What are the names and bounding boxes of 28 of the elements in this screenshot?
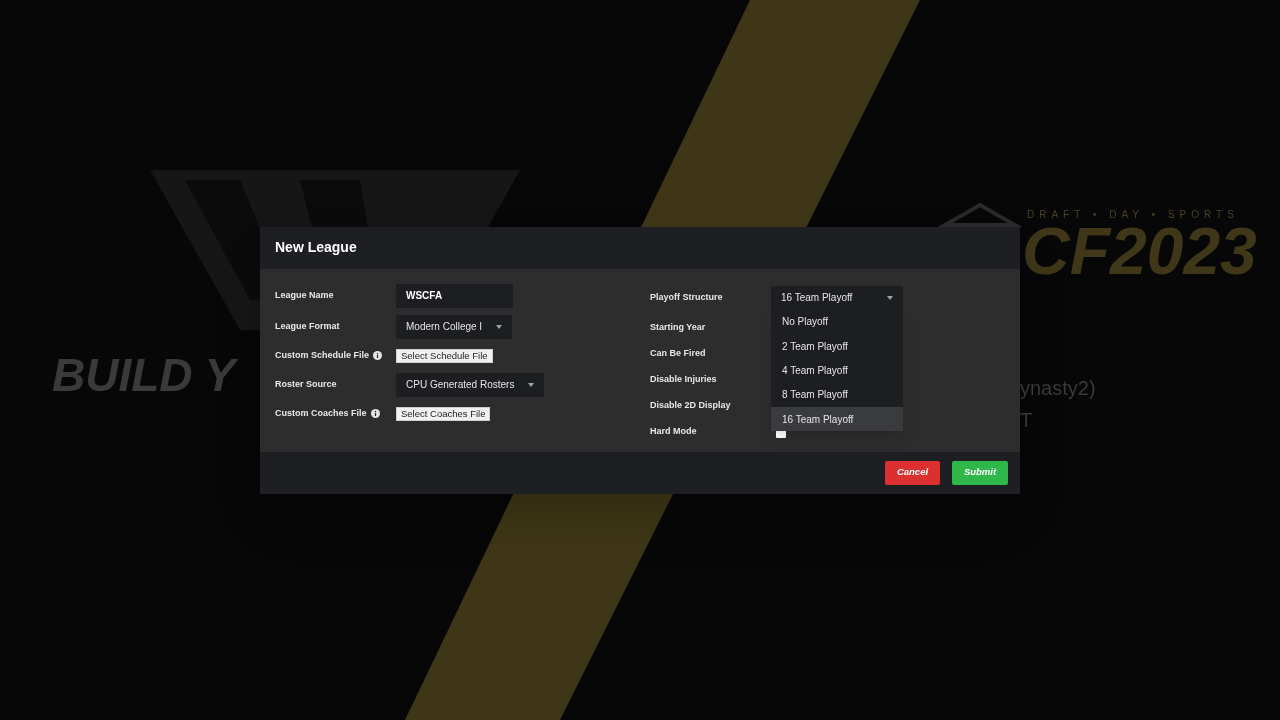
select-field[interactable]: Modern College I <box>396 314 513 339</box>
field-label: League Format <box>275 319 340 333</box>
field-label: Custom Coaches File <box>275 406 367 420</box>
dropdown-option[interactable]: 16 Team Playoff <box>771 407 903 432</box>
field-label: Roster Source <box>275 377 337 391</box>
field-label: Hard Mode <box>650 424 697 438</box>
caret-icon <box>528 382 535 387</box>
league-name-field[interactable]: WSCFA <box>396 283 513 308</box>
select-field[interactable]: 16 Team Playoff <box>771 285 903 310</box>
dropdown-option[interactable]: 2 Team Playoff <box>771 333 903 359</box>
dropdown-option[interactable]: 4 Team Playoff <box>771 358 903 383</box>
checkbox[interactable] <box>776 429 786 438</box>
field-label: Starting Year <box>650 320 706 334</box>
field-label: Can Be Fired <box>650 346 706 360</box>
dialog-title: New League <box>275 238 357 257</box>
dropdown-option[interactable]: No Playoff <box>771 309 903 334</box>
field-label: Playoff Structure <box>650 290 723 304</box>
file-select-button[interactable]: Select Coaches File <box>396 406 491 421</box>
field-label: Disable Injuries <box>650 372 717 386</box>
file-select-button[interactable]: Select Schedule File <box>396 348 493 363</box>
cancel-button[interactable]: Cancel <box>885 460 940 485</box>
field-label: Disable 2D Display <box>650 398 731 412</box>
caret-icon <box>887 295 893 300</box>
caret-icon <box>496 324 503 329</box>
field-label: Custom Schedule File <box>275 348 370 362</box>
field-label: League Name <box>275 288 334 302</box>
select-field[interactable]: CPU Generated Rosters <box>396 372 545 397</box>
dropdown-option[interactable]: 8 Team Playoff <box>771 382 903 408</box>
